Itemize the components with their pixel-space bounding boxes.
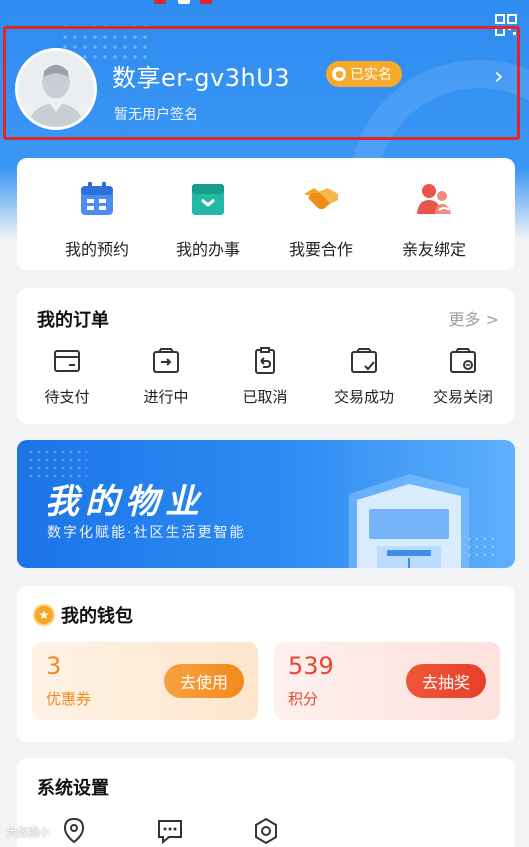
order-success[interactable]: 交易成功: [316, 346, 412, 407]
settings-card: 系统设置: [17, 758, 515, 847]
points-value: 539: [288, 652, 334, 680]
points-box[interactable]: 539 积分 去抽奖: [274, 642, 500, 720]
status-bar: [0, 0, 529, 8]
quick-action-affairs[interactable]: 我的办事: [153, 180, 263, 260]
quick-action-cooperation[interactable]: 我要合作: [266, 180, 376, 260]
status-indicator-icon: [178, 0, 190, 4]
order-pending-payment[interactable]: 待支付: [19, 346, 115, 407]
user-name: 数享er-gv3hU3: [112, 64, 291, 92]
closed-box-icon: [450, 348, 476, 373]
quick-action-label: 亲友绑定: [401, 240, 466, 259]
quick-action-family-bind[interactable]: 亲友绑定: [379, 180, 489, 260]
settings-title: 系统设置: [37, 778, 109, 799]
building-illustration-icon: [349, 474, 469, 568]
verified-badge: 已实名: [326, 61, 402, 87]
status-indicator-icon: [154, 0, 166, 4]
order-cancelled[interactable]: 已取消: [217, 346, 313, 407]
chevron-right-icon[interactable]: ›: [494, 62, 504, 90]
property-banner[interactable]: 我的物业 数字化赋能·社区生活更智能: [17, 440, 515, 568]
coupon-label: 优惠券: [46, 690, 92, 708]
order-label: 交易关闭: [432, 388, 493, 406]
card-icon: [54, 350, 80, 372]
order-label: 待支付: [44, 388, 90, 406]
settings-hexagon-icon[interactable]: [251, 816, 281, 846]
arrow-box-icon: [153, 348, 179, 373]
points-label: 积分: [288, 690, 319, 708]
orders-card: 我的订单 更多 > 待支付 进行中 已取消 交易成功 交易关闭: [17, 288, 515, 424]
order-closed[interactable]: 交易关闭: [415, 346, 511, 407]
order-label: 已取消: [242, 388, 288, 406]
cancel-doc-icon: [255, 347, 275, 374]
default-avatar-icon: [18, 51, 94, 127]
banner-title: 我的物业: [45, 482, 205, 522]
order-label: 交易成功: [333, 388, 394, 406]
success-box-icon: [351, 348, 377, 373]
quick-action-appointments[interactable]: 我的预约: [42, 180, 152, 260]
location-icon[interactable]: [59, 816, 89, 846]
lottery-button[interactable]: 去抽奖: [405, 664, 486, 698]
handshake-icon: [304, 188, 338, 210]
status-indicator-icon: [200, 0, 212, 4]
message-icon[interactable]: [155, 816, 185, 846]
use-coupon-button[interactable]: 去使用: [163, 664, 244, 698]
orders-title: 我的订单: [37, 310, 109, 331]
avatar[interactable]: [15, 48, 97, 130]
verified-badge-label: 已实名: [350, 67, 392, 83]
folder-box-icon: [192, 184, 224, 215]
quick-action-label: 我的办事: [175, 240, 240, 259]
watermark: 大数据小: [6, 826, 50, 839]
shield-check-icon: [332, 67, 346, 81]
quick-actions-card: 我的预约 我的办事 我要合作 亲友绑定: [17, 158, 515, 270]
family-bind-icon: [417, 184, 451, 214]
order-in-progress[interactable]: 进行中: [118, 346, 214, 407]
wallet-title: 我的钱包: [61, 606, 133, 627]
quick-action-label: 我的预约: [64, 240, 129, 259]
calendar-icon: [81, 182, 113, 215]
coupon-box[interactable]: 3 优惠券 去使用: [32, 642, 258, 720]
wallet-card: ★ 我的钱包 3 优惠券 去使用 539 积分 去抽奖: [17, 586, 515, 742]
orders-more-link[interactable]: 更多 >: [449, 306, 500, 330]
quick-action-label: 我要合作: [288, 240, 353, 259]
banner-subtitle: 数字化赋能·社区生活更智能: [47, 525, 246, 541]
order-label: 进行中: [143, 388, 189, 406]
coupon-count: 3: [46, 652, 62, 680]
user-signature: 暂无用户签名: [114, 107, 198, 123]
star-badge-icon: ★: [33, 604, 55, 626]
